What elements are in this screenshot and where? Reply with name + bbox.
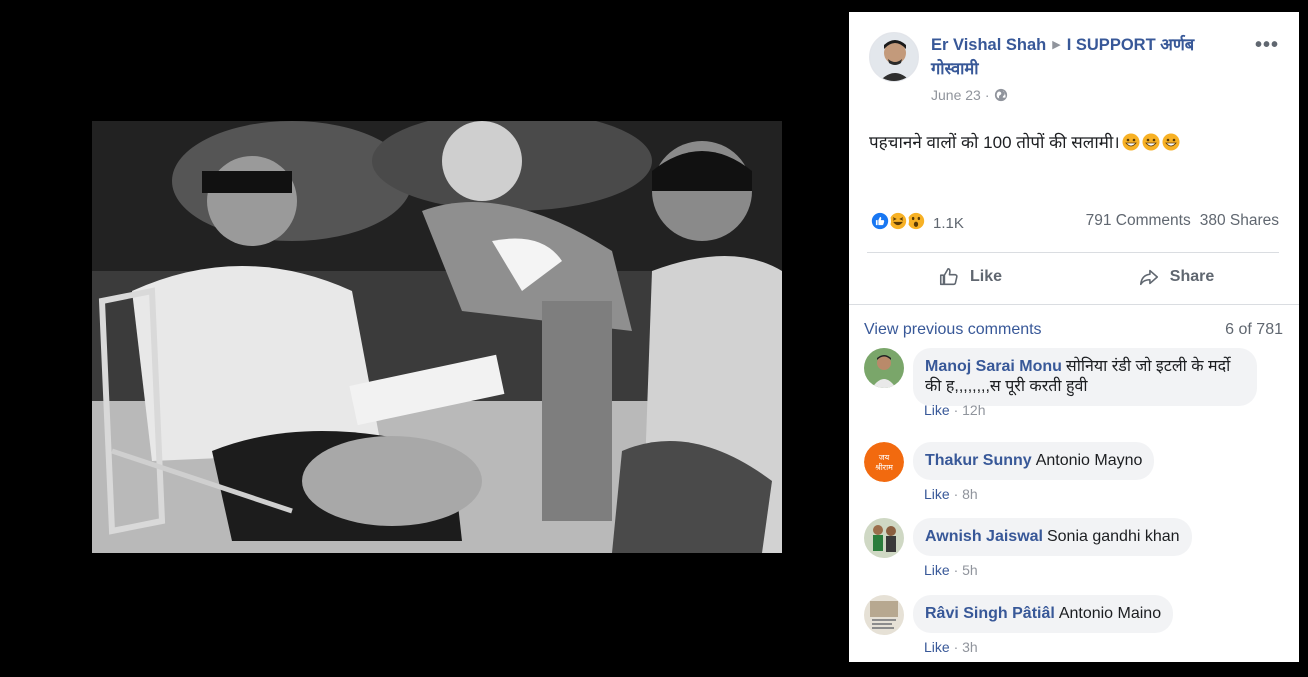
- comment-bubble: Thakur Sunny Antonio Mayno: [913, 442, 1155, 480]
- commenter-avatar[interactable]: जय श्रीराम: [864, 442, 904, 482]
- reaction-count[interactable]: 1.1K: [933, 215, 964, 232]
- comment-meta: Like · 8h: [924, 486, 978, 502]
- post-text-content: पहचानने वालों को 100 तोपों की सलामी।: [869, 133, 1120, 152]
- comments-pager-count: 6 of 781: [1225, 321, 1283, 338]
- stats-divider: [867, 252, 1279, 253]
- share-button[interactable]: Share: [1073, 256, 1279, 298]
- post-stats: 1.1K 791 Comments 380 Shares: [869, 210, 1279, 236]
- thumbs-up-icon: [939, 267, 958, 286]
- commenter-avatar[interactable]: [864, 518, 904, 558]
- view-previous-comments-link[interactable]: View previous comments: [864, 321, 1042, 339]
- post-text: पहचानने वालों को 100 तोपों की सलामी।: [869, 130, 1283, 153]
- post-photo[interactable]: [92, 121, 782, 553]
- comment-text: Antonio Maino: [1058, 605, 1162, 622]
- meta-separator: ·: [984, 87, 990, 103]
- like-button[interactable]: Like: [867, 256, 1073, 298]
- comment-meta: Like · 3h: [924, 639, 978, 655]
- comment-time[interactable]: 3h: [962, 639, 978, 655]
- comments-section: View previous comments 6 of 781 Manoj Sa…: [849, 304, 1299, 662]
- share-arrow-icon: [1139, 269, 1158, 286]
- caret-right-icon: ▶: [1052, 39, 1061, 51]
- comment-item: Manoj Sarai Monu सोनिया रंडी जो इटली के म…: [864, 348, 1279, 422]
- comment-meta: Like · 12h: [924, 402, 986, 418]
- reactions-summary[interactable]: 1.1K: [869, 210, 964, 232]
- comment-time[interactable]: 5h: [962, 562, 978, 578]
- comment-item: Awnish Jaiswal Sonia gandhi khan Like · 5…: [864, 518, 1279, 580]
- comment-bubble: Manoj Sarai Monu सोनिया रंडी जो इटली के म…: [913, 348, 1257, 406]
- like-button-label: Like: [969, 268, 1002, 285]
- post-date[interactable]: June 23: [931, 87, 981, 103]
- comment-item: जय श्रीराम Thakur Sunny Antonio Mayno Like…: [864, 442, 1279, 504]
- author-name[interactable]: Er Vishal Shah: [931, 36, 1046, 54]
- commenter-name[interactable]: Manoj Sarai Monu: [925, 358, 1062, 375]
- more-options-button[interactable]: •••: [1255, 34, 1279, 57]
- grinning-emoji-icon: [1122, 133, 1140, 151]
- comment-time[interactable]: 8h: [962, 486, 978, 502]
- like-reaction-icon: [869, 210, 891, 232]
- commenter-avatar[interactable]: [864, 595, 904, 635]
- post-panel: Er Vishal Shah ▶ I SUPPORT अर्णब गोस्वामी …: [849, 12, 1299, 662]
- shares-count[interactable]: 380 Shares: [1200, 212, 1279, 230]
- comment-like-link[interactable]: Like: [924, 562, 950, 578]
- commenter-avatar[interactable]: [864, 348, 904, 388]
- comments-count[interactable]: 791 Comments: [1086, 212, 1191, 230]
- comment-like-link[interactable]: Like: [924, 639, 950, 655]
- comment-text: Antonio Mayno: [1035, 452, 1143, 469]
- engagement-counts: 791 Comments 380 Shares: [1086, 212, 1279, 230]
- svg-text:जय: जय: [879, 453, 890, 462]
- comment-text: Sonia gandhi khan: [1046, 528, 1180, 545]
- grinning-emoji-icon: [1162, 133, 1180, 151]
- beach-photo-image: [92, 121, 782, 553]
- author-line: Er Vishal Shah ▶ I SUPPORT अर्णब गोस्वामी: [931, 34, 1231, 80]
- comment-meta: Like · 5h: [924, 562, 978, 578]
- comment-bubble: Râvi Singh Pâtiâl Antonio Maino: [913, 595, 1174, 633]
- author-avatar[interactable]: [869, 32, 919, 82]
- commenter-name[interactable]: Râvi Singh Pâtiâl: [925, 605, 1055, 622]
- comment-time[interactable]: 12h: [962, 402, 985, 418]
- share-button-label: Share: [1169, 268, 1215, 285]
- svg-text:श्रीराम: श्रीराम: [875, 462, 893, 472]
- comment-like-link[interactable]: Like: [924, 486, 950, 502]
- post-header: Er Vishal Shah ▶ I SUPPORT अर्णब गोस्वामी …: [869, 32, 1287, 104]
- commenter-name[interactable]: Thakur Sunny: [925, 452, 1032, 469]
- comment-like-link[interactable]: Like: [924, 402, 950, 418]
- comment-item: Râvi Singh Pâtiâl Antonio Maino Like · 3h: [864, 595, 1279, 657]
- post-actions: Like Share: [867, 256, 1279, 298]
- commenter-name[interactable]: Awnish Jaiswal: [925, 528, 1043, 545]
- post-meta: June 23 ·: [931, 87, 1008, 103]
- comment-bubble: Awnish Jaiswal Sonia gandhi khan: [913, 518, 1192, 556]
- globe-icon: [994, 88, 1007, 102]
- grinning-emoji-icon: [1142, 133, 1160, 151]
